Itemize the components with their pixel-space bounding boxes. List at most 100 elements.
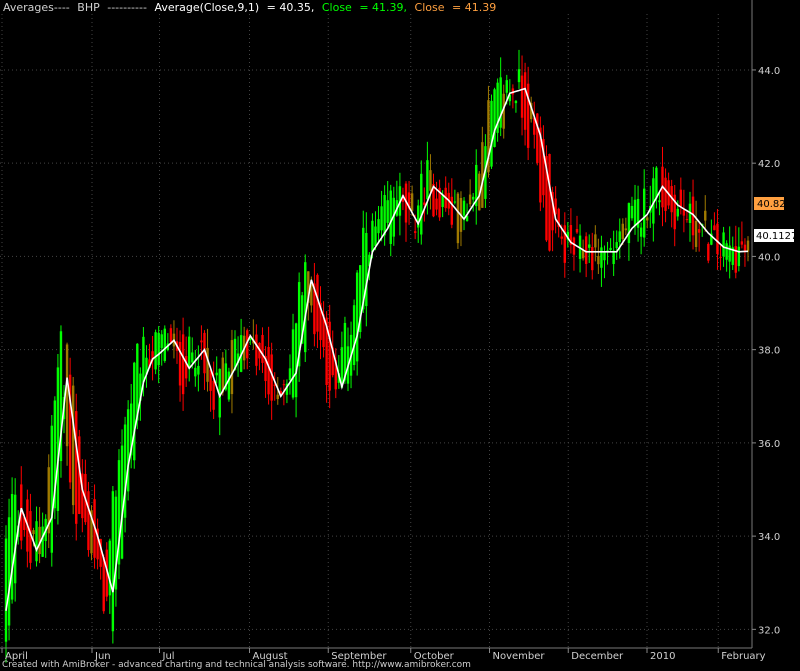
price-bar [56, 367, 60, 511]
price-bar [618, 231, 621, 243]
price-bar [426, 160, 429, 200]
price-bar [365, 232, 368, 307]
price-bar [639, 227, 643, 237]
price-bar [597, 256, 600, 265]
price-bar [453, 201, 457, 203]
price-bar [423, 202, 426, 205]
price-bar [371, 220, 374, 253]
price-bar [435, 198, 438, 210]
price-bar [609, 247, 612, 250]
price-bar [743, 244, 747, 251]
price-bar [352, 305, 356, 365]
price-bar [594, 234, 597, 248]
price-bar [490, 100, 493, 167]
price-bar [50, 425, 54, 553]
price-bar [154, 332, 157, 370]
price-bar [194, 367, 197, 377]
price-bar [725, 243, 728, 260]
price-bar [624, 228, 628, 231]
price-bar [191, 352, 194, 363]
price-bar [704, 210, 707, 221]
x-tick-label: December [571, 651, 624, 662]
header-close-label: Close [322, 1, 352, 14]
price-bar [600, 247, 603, 268]
price-bar [615, 242, 618, 249]
price-bar [716, 223, 719, 255]
x-tick-label: November [493, 651, 546, 662]
y-tick-label: 36.0 [758, 439, 780, 450]
price-bar [591, 246, 594, 271]
price-bar [7, 517, 11, 626]
price-bar [413, 231, 417, 233]
y-tick-label: 40.0 [758, 252, 780, 263]
price-bar [142, 336, 145, 383]
price-bar [520, 75, 524, 118]
price-bar [517, 69, 521, 83]
price-bar [642, 188, 646, 238]
price-bar [575, 229, 579, 233]
price-bar [420, 173, 423, 235]
price-bar [120, 445, 124, 559]
price-bar [188, 336, 191, 368]
price-chart[interactable]: 32.034.036.038.040.042.044.0 April Jun Jul… [0, 0, 800, 671]
price-bar [377, 219, 380, 234]
price-bar [157, 332, 160, 366]
price-bar [493, 89, 496, 147]
price-bar [450, 196, 454, 225]
price-bar [355, 272, 359, 362]
price-bar [560, 236, 563, 239]
price-bar [685, 219, 689, 221]
price-bar [658, 200, 661, 203]
price-bar [197, 365, 200, 375]
price-bar [514, 100, 518, 104]
price-bar [111, 491, 115, 632]
price-bar [722, 232, 725, 257]
price-bar [41, 526, 44, 557]
price-bar [206, 347, 209, 382]
price-bar [697, 229, 701, 233]
price-bar [468, 194, 472, 205]
header-prefix: Averages---- [3, 1, 70, 14]
x-tick-label: 2010 [650, 651, 675, 662]
price-bar [707, 243, 710, 261]
price-bar [261, 334, 264, 363]
price-bar [499, 77, 502, 128]
price-bar [646, 217, 649, 221]
price-bar [294, 323, 298, 398]
price-bar [32, 530, 35, 535]
price-bar [181, 334, 185, 395]
price-bar [746, 240, 750, 252]
price-bar [572, 237, 576, 255]
y-tick-label: 38.0 [758, 346, 780, 357]
y-tick-label: 44.0 [758, 66, 780, 77]
price-bar [133, 362, 136, 461]
price-bar [389, 190, 392, 244]
price-bar [471, 196, 475, 200]
price-bar [386, 200, 389, 223]
header-close-value-2: = 41.39 [452, 1, 496, 14]
price-bar [719, 256, 722, 258]
price-bar [682, 209, 686, 216]
footer-credit: Created with AmiBroker - advanced charti… [2, 660, 471, 670]
price-bar [163, 328, 166, 362]
price-bar [505, 80, 508, 93]
price-bar [740, 241, 744, 245]
chart-header: Averages---- BHP ---------- Average(Clos… [3, 1, 496, 14]
svg-text:40.82: 40.82 [757, 199, 786, 210]
price-bar [633, 199, 637, 227]
price-bar [282, 384, 286, 386]
price-bar [462, 200, 466, 216]
price-bar [603, 252, 606, 261]
price-bar [221, 357, 224, 393]
price-bar [627, 203, 631, 244]
price-bar [548, 153, 551, 251]
price-bar [255, 334, 258, 366]
price-bar [288, 368, 292, 381]
price-bar [523, 72, 527, 130]
price-bar [169, 328, 173, 343]
price-bar [4, 538, 8, 642]
price-bar [694, 220, 698, 247]
price-bar [267, 347, 270, 395]
header-average-label: Average(Close,9,1) [154, 1, 259, 14]
header-dashes: ---------- [107, 1, 147, 14]
